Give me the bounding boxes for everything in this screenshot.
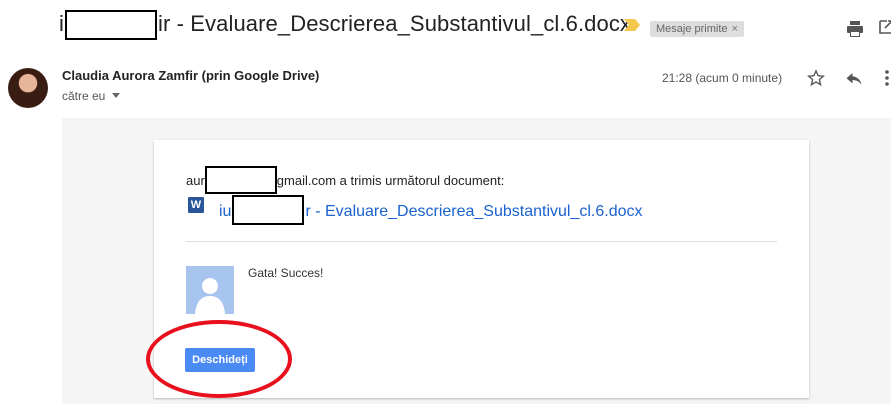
word-doc-icon: W [188,197,204,213]
importance-marker-icon[interactable] [624,19,640,31]
label-text: Mesaje primite [656,23,728,35]
shared-email-prefix: aur [186,173,205,188]
sender-avatar [8,68,48,108]
redacted-block [65,10,157,40]
reply-icon[interactable] [845,70,863,88]
card-divider [186,241,777,242]
sender-name: Claudia Aurora Zamfir (prin Google Drive… [62,68,320,83]
subject-rest: ir - Evaluare_Descrierea_Substantivul_cl… [158,11,632,36]
message-time: 21:28 (acum 0 minute) [662,71,783,85]
default-profile-avatar-icon [186,266,234,314]
doc-link-prefix: iu [219,203,232,220]
open-new-window-icon[interactable] [879,20,891,34]
subject-start: i [59,11,64,36]
sender-note: Gata! Succes! [248,266,324,280]
redacted-block [204,166,277,194]
redacted-block [232,195,305,225]
chevron-down-icon [111,93,120,98]
annotation-circle [146,320,292,398]
recipient-text: către eu [62,89,106,103]
email-subject: i ir - Evaluare_Descrierea_Substantivul_c… [59,10,631,40]
document-link[interactable]: iu r - Evaluare_Descrierea_Substantivul_c… [219,195,643,225]
print-icon[interactable] [846,20,864,38]
star-icon[interactable] [807,69,825,87]
more-vert-icon[interactable] [884,69,890,87]
shared-by-text: aur gmail.com a trimis următorul document… [186,166,504,194]
doc-link-suffix: r - Evaluare_Descrierea_Substantivul_cl.… [305,203,643,220]
label-remove-button[interactable]: × [732,23,738,35]
shared-email-suffix: gmail.com a trimis următorul document: [276,173,505,188]
inbox-label-chip: Mesaje primite × [650,21,744,37]
recipient-toggle[interactable]: către eu [62,89,120,103]
